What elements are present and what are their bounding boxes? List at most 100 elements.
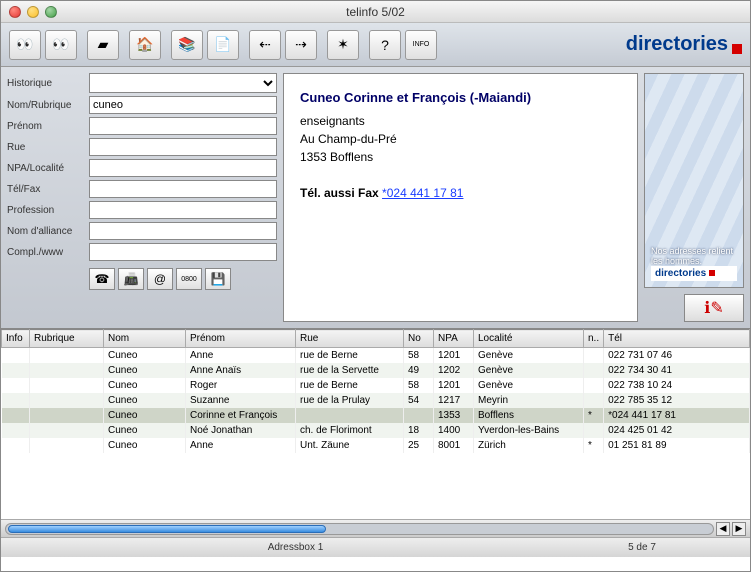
cell-no: 25	[404, 438, 434, 453]
cell-tel: 022 731 07 46	[604, 348, 750, 364]
status-box: Adressbox 1	[9, 542, 582, 553]
cell-no: 58	[404, 378, 434, 393]
phone-icon[interactable]: ☎	[89, 268, 115, 290]
column-header[interactable]: Nom	[104, 330, 186, 348]
cell-npa: 1201	[434, 378, 474, 393]
ad-brand: directories	[651, 266, 737, 281]
cell-rub	[30, 423, 104, 438]
table-row[interactable]: CuneoAnnerue de Berne581201Genève022 731…	[2, 348, 750, 364]
table-row[interactable]: CuneoNoé Jonathanch. de Florimont181400Y…	[2, 423, 750, 438]
freecall-icon[interactable]: 0800	[176, 268, 202, 290]
detail-street: Au Champ-du-Pré	[300, 130, 621, 148]
cell-no: 54	[404, 393, 434, 408]
binoculars-icon[interactable]: 👀	[9, 30, 41, 60]
column-header[interactable]: Rue	[296, 330, 404, 348]
disk-icon[interactable]: 💾	[205, 268, 231, 290]
cell-rub	[30, 363, 104, 378]
prenom-input[interactable]	[89, 117, 277, 135]
column-header[interactable]: Info	[2, 330, 30, 348]
detail-phone-link[interactable]: *024 441 17 81	[382, 186, 463, 200]
column-header[interactable]: n..	[584, 330, 604, 348]
info-help-button[interactable]: ℹ✎	[684, 294, 744, 322]
cell-nom: Cuneo	[104, 348, 186, 364]
cell-info	[2, 348, 30, 364]
cell-rub	[30, 348, 104, 364]
compl-input[interactable]	[89, 243, 277, 261]
cell-info	[2, 438, 30, 453]
cell-nom: Cuneo	[104, 393, 186, 408]
cell-rue: rue de Berne	[296, 348, 404, 364]
column-header[interactable]: Localité	[474, 330, 584, 348]
info-icon[interactable]: INFO	[405, 30, 437, 60]
cell-tel: 024 425 01 42	[604, 423, 750, 438]
label-alliance: Nom d'alliance	[7, 226, 85, 237]
at-icon[interactable]: @	[147, 268, 173, 290]
historique-select[interactable]	[89, 73, 277, 93]
brand-logo: directories	[626, 33, 742, 56]
cell-nom: Cuneo	[104, 378, 186, 393]
npa-input[interactable]	[89, 159, 277, 177]
cell-info	[2, 408, 30, 423]
cell-tel: *024 441 17 81	[604, 408, 750, 423]
cell-info	[2, 378, 30, 393]
titlebar: telinfo 5/02	[1, 1, 750, 23]
binoculars-red-icon[interactable]: 👀	[45, 30, 77, 60]
main-toolbar: 👀👀 ▰ 🏠 📚📄 ⇠⇢ ✶?INFO directories	[1, 23, 750, 67]
export-left-icon[interactable]: ⇠	[249, 30, 281, 60]
column-header[interactable]: NPA	[434, 330, 474, 348]
detail-city: 1353 Bofflens	[300, 148, 621, 166]
cell-loc: Genève	[474, 348, 584, 364]
cell-loc: Yverdon-les-Bains	[474, 423, 584, 438]
results-table-wrap: InfoRubriqueNomPrénomRueNoNPALocalitén..…	[1, 329, 750, 519]
nom-input[interactable]	[89, 96, 277, 114]
column-header[interactable]: Tél	[604, 330, 750, 348]
scroll-right-button[interactable]: ▶	[732, 522, 746, 536]
table-row[interactable]: CuneoAnne Anaïsrue de la Servette491202G…	[2, 363, 750, 378]
cell-n	[584, 348, 604, 364]
status-count: 5 de 7	[582, 542, 702, 553]
scroll-thumb[interactable]	[8, 525, 326, 533]
cell-loc: Genève	[474, 378, 584, 393]
cell-n	[584, 378, 604, 393]
rue-input[interactable]	[89, 138, 277, 156]
cell-n	[584, 363, 604, 378]
table-row[interactable]: CuneoAnneUnt. Zäune258001Zürich*01 251 8…	[2, 438, 750, 453]
cell-loc: Zürich	[474, 438, 584, 453]
alliance-input[interactable]	[89, 222, 277, 240]
label-prenom: Prénom	[7, 121, 85, 132]
label-profession: Profession	[7, 205, 85, 216]
label-historique: Historique	[7, 78, 85, 89]
fax-icon[interactable]: 📠	[118, 268, 144, 290]
copy-icon[interactable]: 📄	[207, 30, 239, 60]
cell-loc: Bofflens	[474, 408, 584, 423]
column-header[interactable]: No	[404, 330, 434, 348]
help-icon[interactable]: ?	[369, 30, 401, 60]
cell-rue: Unt. Zäune	[296, 438, 404, 453]
house-grid-icon[interactable]: 🏠	[129, 30, 161, 60]
cell-info	[2, 423, 30, 438]
tel-input[interactable]	[89, 180, 277, 198]
profession-input[interactable]	[89, 201, 277, 219]
detail-card: Cuneo Corinne et François (-Maiandi) ens…	[283, 73, 638, 322]
cell-tel: 01 251 81 89	[604, 438, 750, 453]
cell-pre: Roger	[186, 378, 296, 393]
eraser-icon[interactable]: ▰	[87, 30, 119, 60]
cell-tel: 022 734 30 41	[604, 363, 750, 378]
table-row[interactable]: CuneoRogerrue de Berne581201Genève022 73…	[2, 378, 750, 393]
column-header[interactable]: Rubrique	[30, 330, 104, 348]
table-row[interactable]: CuneoSuzannerue de la Prulay541217Meyrin…	[2, 393, 750, 408]
label-compl: Compl./www	[7, 247, 85, 258]
export-right-icon[interactable]: ⇢	[285, 30, 317, 60]
cell-pre: Corinne et François	[186, 408, 296, 423]
cell-rub	[30, 378, 104, 393]
cell-no: 49	[404, 363, 434, 378]
column-header[interactable]: Prénom	[186, 330, 296, 348]
cell-rue: rue de Berne	[296, 378, 404, 393]
cell-rue: ch. de Florimont	[296, 423, 404, 438]
horizontal-scrollbar[interactable]: ◀ ▶	[1, 519, 750, 537]
cell-n: *	[584, 438, 604, 453]
table-row[interactable]: CuneoCorinne et François1353Bofflens**02…	[2, 408, 750, 423]
stack-icon[interactable]: 📚	[171, 30, 203, 60]
scroll-left-button[interactable]: ◀	[716, 522, 730, 536]
bug-icon[interactable]: ✶	[327, 30, 359, 60]
